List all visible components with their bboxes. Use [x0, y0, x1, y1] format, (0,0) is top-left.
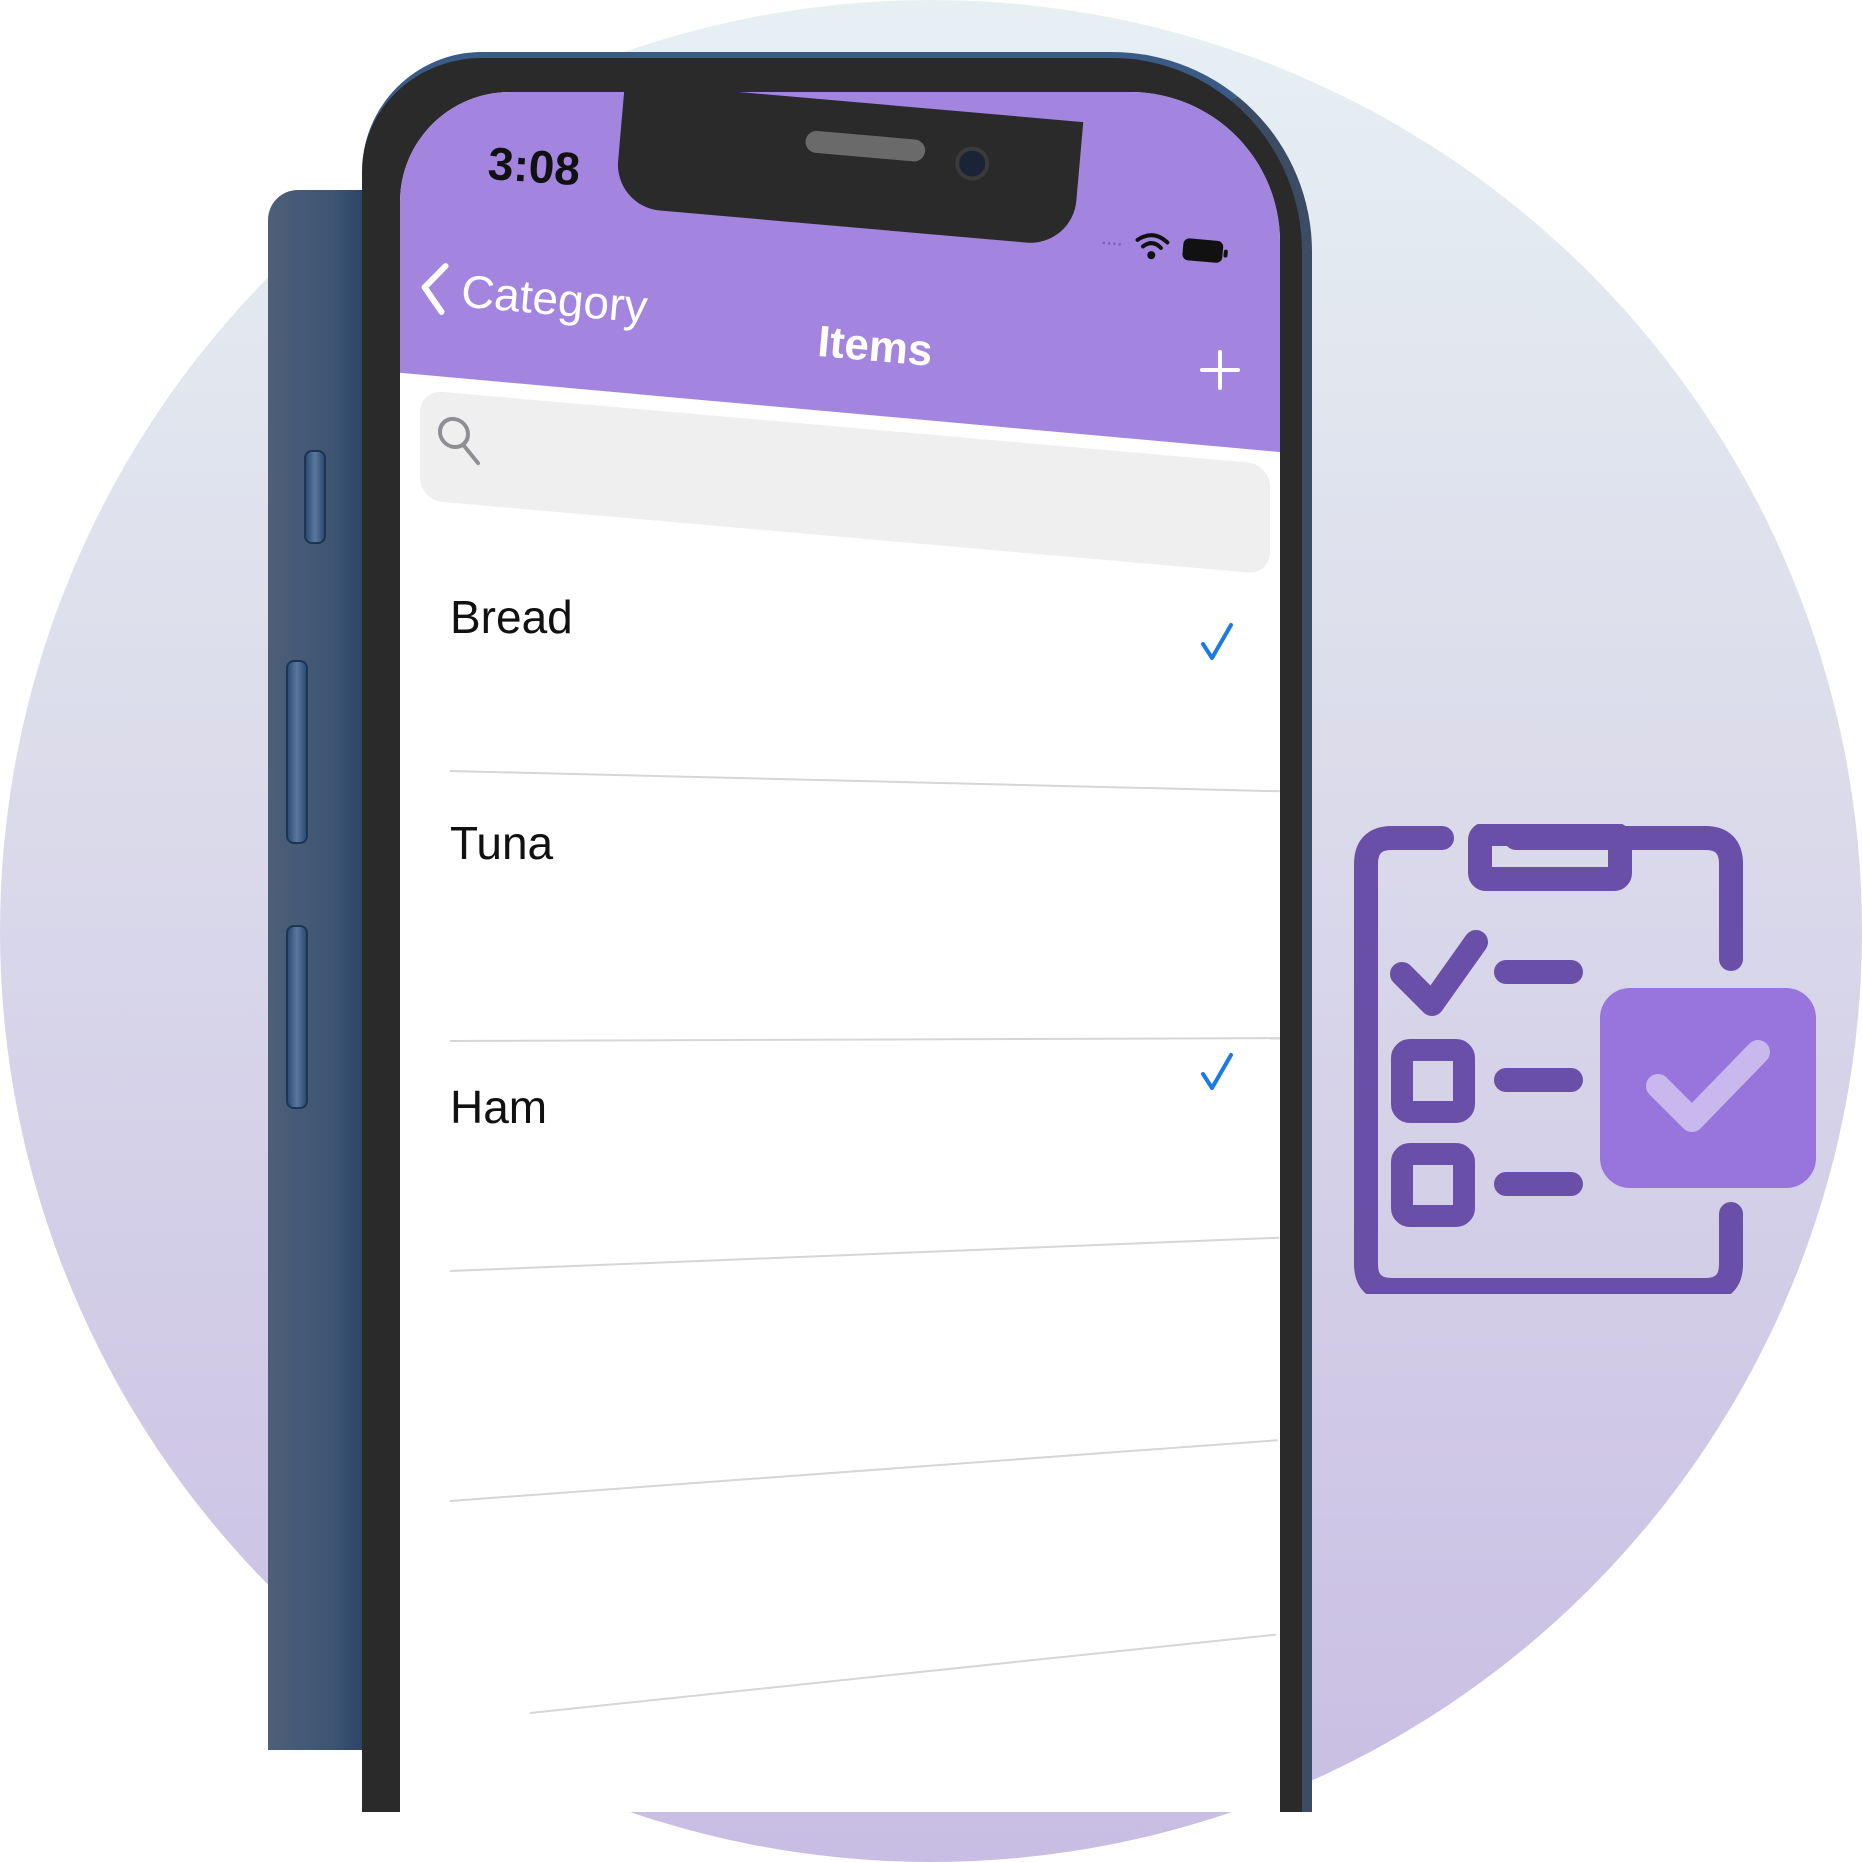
list-item[interactable]: Ham: [400, 1053, 1280, 1282]
checkmark-icon: [1201, 1053, 1233, 1090]
row-separator: [449, 1037, 1280, 1042]
promo-stage: 3:08 ···· Category Items Bread Tuna Ham: [0, 0, 1862, 1862]
chevron-left-icon: [421, 263, 449, 315]
plus-icon[interactable]: [1200, 350, 1240, 390]
status-time: 3:08: [486, 136, 582, 196]
battery-icon: [1182, 237, 1225, 264]
wifi-icon: [1135, 233, 1170, 260]
phone-screen: 3:08 ···· Category Items Bread Tuna Ham: [400, 92, 1280, 1812]
search-icon: [438, 416, 480, 466]
cellular-signal-icon: ····: [1099, 228, 1123, 256]
row-separator: [449, 1439, 1278, 1502]
mute-switch: [304, 450, 326, 544]
volume-down-button: [286, 925, 308, 1109]
list-item-label: Tuna: [450, 817, 554, 869]
list-item[interactable]: Bread: [400, 591, 1280, 812]
volume-up-button: [286, 660, 308, 844]
list-item-label: Bread: [450, 591, 573, 643]
page-title: Items: [815, 317, 935, 376]
checkmark-icon: [1201, 623, 1233, 660]
front-camera: [953, 145, 991, 182]
list-item-label: Ham: [450, 1081, 548, 1133]
row-separator: [529, 1633, 1276, 1714]
checklist-clipboard-icon: [1354, 824, 1816, 1294]
earpiece-speaker: [804, 130, 927, 163]
list-item[interactable]: Tuna: [400, 817, 1280, 1032]
